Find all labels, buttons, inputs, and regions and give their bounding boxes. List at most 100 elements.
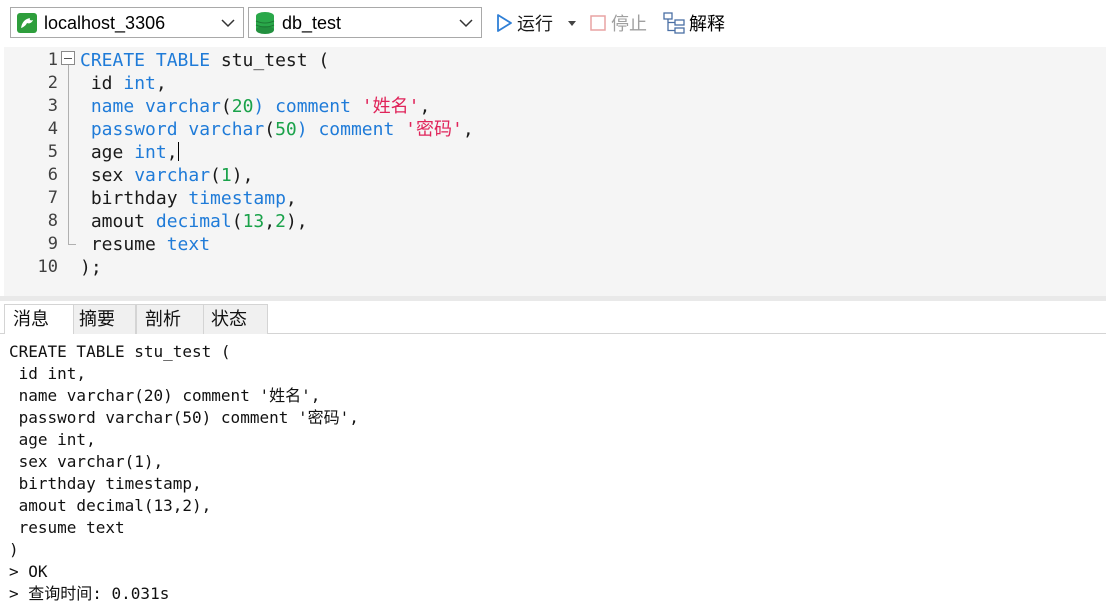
line-number: 4 [47,119,58,139]
code-token: birthday [80,188,189,209]
explain-icon [663,12,685,34]
code-token: decimal [155,211,232,232]
code-line: birthday timestamp, [80,187,297,210]
code-token: ( [210,165,221,186]
code-token: 50 [275,119,297,140]
code-line: name varchar(20) comment '姓名', [80,95,431,118]
stop-button[interactable]: 停止 [589,10,647,36]
output-line: > 查询时间: 0.031s [9,584,170,603]
code-token: amout [80,211,156,232]
code-token: 20 [231,96,254,117]
code-line: ); [80,256,102,279]
code-token: name varchar [80,96,221,117]
output-line: amout decimal(13,2), [9,496,212,515]
code-token: id [80,73,124,94]
message-output: CREATE TABLE stu_test ( id int, name var… [0,334,1106,609]
code-line: resume text [80,233,210,256]
code-token: stu_test ( [210,50,330,71]
stop-button-label: 停止 [611,14,647,34]
line-number: 5 [47,142,58,162]
database-select[interactable]: db_test [248,7,482,38]
code-token: 2 [275,211,286,232]
code-token: varchar [134,165,211,186]
toolbar: localhost_3306 db_test 运行 停止 解释 [0,0,1106,47]
code-token: sex [80,165,135,186]
mysql-connection-icon [17,13,37,33]
code-token: 13 [242,211,265,232]
code-token: 1 [220,165,232,186]
code-token: ); [80,257,102,278]
fold-guide [68,60,69,245]
text-cursor [177,142,179,161]
output-line: name varchar(20) comment '姓名', [9,386,321,405]
code-line: password varchar(50) comment '密码', [80,118,474,141]
connection-select[interactable]: localhost_3306 [10,7,244,38]
output-line: birthday timestamp, [9,474,202,493]
tab-summary[interactable]: 摘要 [70,304,136,334]
code-line: id int, [80,72,167,95]
code-line: CREATE TABLE stu_test ( [80,49,329,72]
explain-button-label: 解释 [689,14,725,34]
line-number: 1 [47,50,58,70]
code-token: , [166,142,178,163]
output-line: sex varchar(1), [9,452,164,471]
output-line: password varchar(50) comment '密码', [9,408,359,427]
result-tabs: 状态 剖析 摘要 消息 [0,301,1106,335]
code-token: , [419,96,431,117]
code-token: ( [231,211,243,232]
output-line: age int, [9,430,96,449]
code-token: ) comment [296,119,406,140]
code-token: , [264,211,276,232]
line-number: 2 [47,73,58,93]
line-number-gutter: 1 2 3 4 5 6 7 8 9 10 [4,47,62,296]
code-token: CREATE TABLE [80,50,211,71]
connection-select-value: localhost_3306 [44,13,166,33]
line-number: 6 [47,165,58,185]
run-button-label: 运行 [517,14,553,34]
output-line: CREATE TABLE stu_test ( [9,342,231,361]
line-number: 8 [47,211,58,231]
code-token: int [123,73,156,94]
code-token: ( [220,96,232,117]
code-token: text [166,234,211,255]
run-dropdown-arrow[interactable] [568,21,576,26]
database-select-value: db_test [282,13,342,33]
code-token: , [462,119,474,140]
code-token: password varchar [80,119,265,140]
line-number: 9 [47,234,58,254]
play-icon [497,14,512,32]
chevron-down-icon [221,19,235,28]
code-line: sex varchar(1), [80,164,254,187]
chevron-down-icon [459,19,473,28]
fold-toggle-icon[interactable] [61,51,75,65]
code-line: amout decimal(13,2), [80,210,308,233]
output-line: ) [9,540,19,559]
tab-status[interactable]: 状态 [202,304,268,334]
code-token: ( [264,119,276,140]
database-icon [255,12,275,34]
sql-editor[interactable]: 1 2 3 4 5 6 7 8 9 10 CREATE TABLE stu_te… [4,47,1106,296]
code-token: age [80,142,135,163]
line-number: 10 [37,257,58,277]
tab-message[interactable]: 消息 [4,304,74,335]
code-token: ) comment [253,96,362,117]
code-token: resume [80,234,167,255]
fold-guide-end [68,244,76,245]
stop-icon [590,15,606,31]
code-token: '姓名' [361,96,420,117]
code-token: int [134,142,167,163]
code-token: ), [285,211,308,232]
code-line: age int, [80,141,179,164]
code-token: timestamp [188,188,286,209]
line-number: 7 [47,188,58,208]
code-token: , [155,73,167,94]
run-button[interactable]: 运行 [495,10,553,36]
output-line: id int, [9,364,87,383]
output-line: > OK [9,562,48,581]
tab-profile[interactable]: 剖析 [136,304,204,334]
code-token: , [285,188,297,209]
line-number: 3 [47,96,58,116]
explain-button[interactable]: 解释 [663,10,725,36]
code-token: '密码' [405,119,463,140]
output-line: resume text [9,518,125,537]
